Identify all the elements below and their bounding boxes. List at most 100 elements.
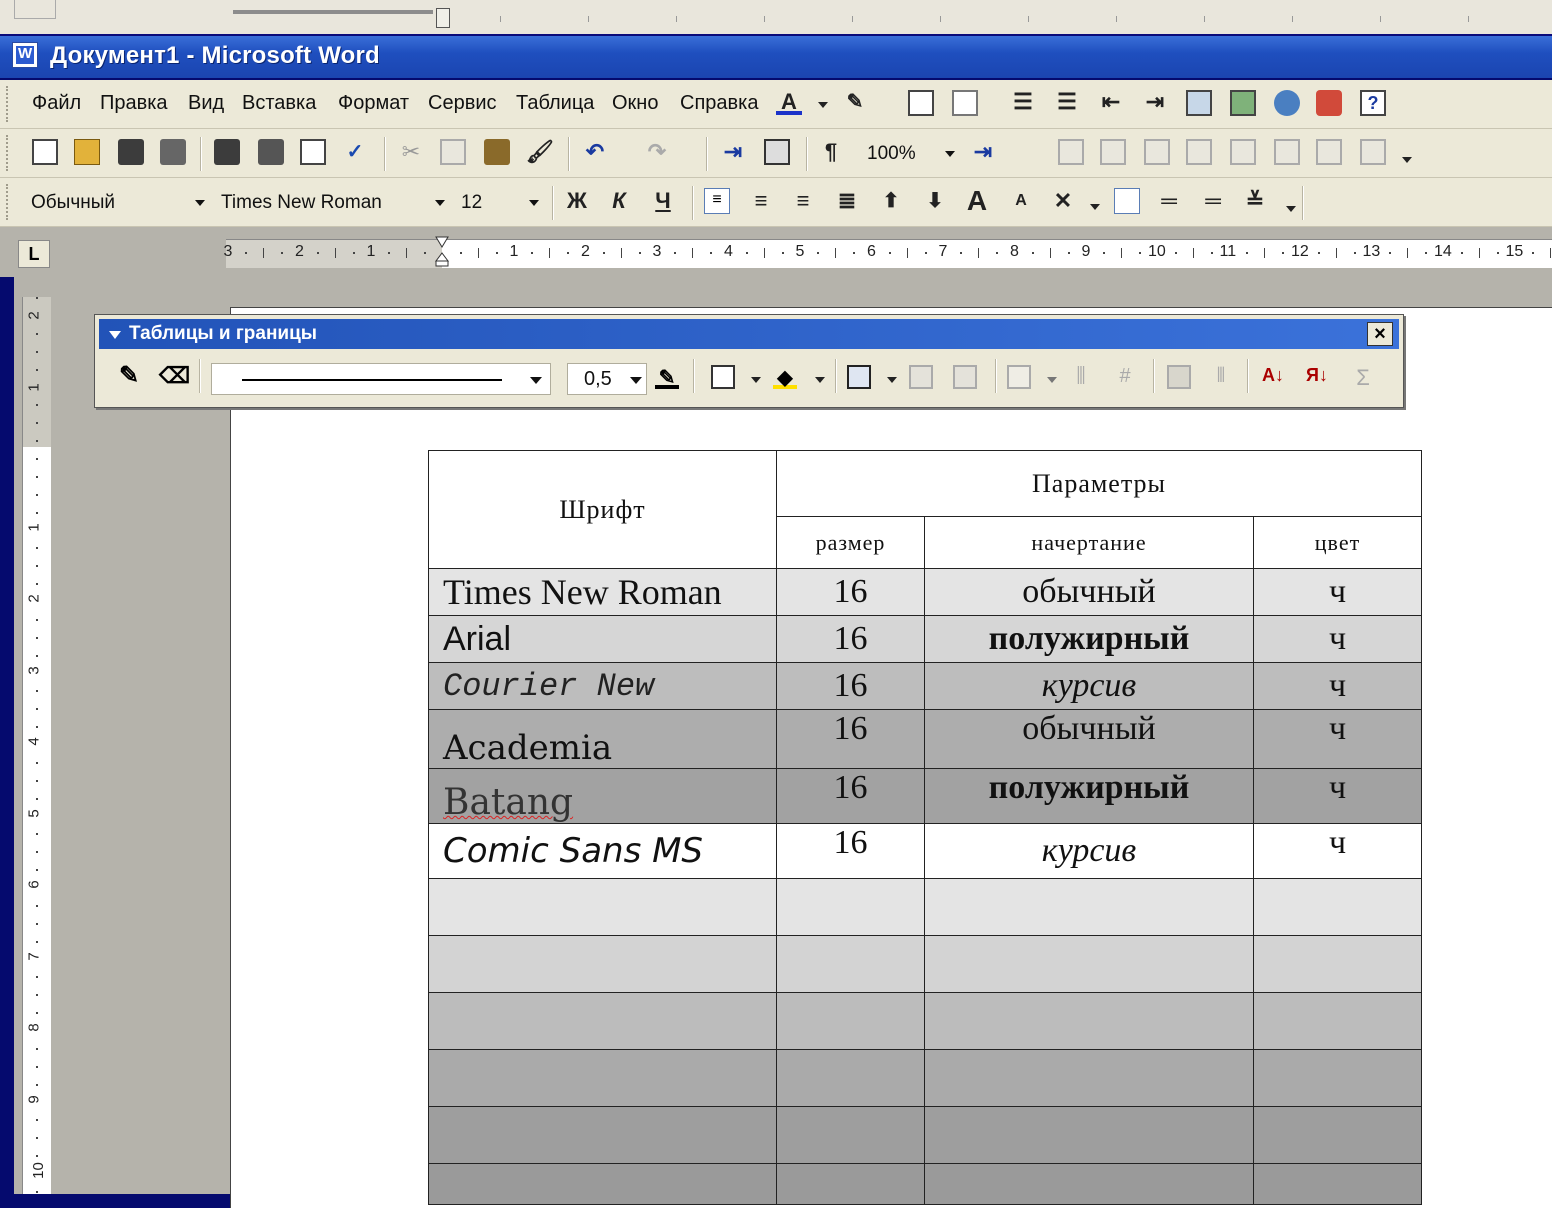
align-icon[interactable] [1007,365,1031,389]
bullets-icon[interactable]: ☰ [1054,89,1080,115]
border-dropdown-icon[interactable] [751,377,761,383]
insert-row-icon[interactable]: ⇥ [970,139,996,165]
size-cell[interactable]: 16 [776,709,925,769]
align-dropdown-icon[interactable] [1047,377,1057,383]
open-icon[interactable] [74,139,100,165]
columns-icon[interactable] [764,139,790,165]
zoom-combo[interactable]: 100% [860,138,960,168]
cut-icon[interactable]: ✂ [398,139,424,165]
line-style-combo[interactable] [211,363,551,395]
size-cell[interactable]: 16 [776,615,925,663]
header-params[interactable]: Параметры [776,450,1422,517]
empty-cell[interactable] [776,1049,925,1107]
split-cells-icon[interactable] [1186,139,1212,165]
border-color-icon[interactable]: ✎ [655,365,679,389]
menu-grip[interactable] [6,86,12,122]
document-table[interactable]: Шрифт Параметры размер начертание цвет T… [428,450,1422,1205]
font-cell[interactable]: Comic Sans MS [428,823,777,879]
empty-cell[interactable] [1253,1163,1422,1205]
style-cell[interactable]: обычный [924,568,1254,616]
web-view-icon[interactable] [1186,90,1212,116]
title-bar[interactable]: W Документ1 - Microsoft Word [0,36,1552,78]
demote-icon[interactable]: ⬇ [922,188,948,214]
color-cell[interactable]: ч [1253,823,1422,879]
close-button[interactable]: × [1367,322,1393,346]
font-cell[interactable]: Academia [428,709,777,769]
style-cell[interactable]: курсив [924,662,1254,710]
horizontal-ruler[interactable]: 3 2 1 1 2 3 4 5 6 7 8 9 10 11 12 13 14 15 [224,239,1552,268]
redo-icon[interactable]: ↷ [644,139,670,165]
pilcrow-icon[interactable]: ¶ [818,139,844,165]
size-cell[interactable]: 16 [776,568,925,616]
empty-cell[interactable] [924,935,1254,993]
font-color-icon[interactable]: A [776,89,802,115]
empty-cell[interactable] [924,1163,1254,1205]
menu-format[interactable]: Формат [338,92,409,115]
style-cell[interactable]: обычный [924,709,1254,769]
line-one-icon[interactable] [1114,188,1140,214]
insert-table-dropdown-icon[interactable] [887,377,897,383]
insert-col-icon[interactable] [1058,139,1084,165]
split-cells-icon[interactable] [953,365,977,389]
autosum-icon[interactable]: Σ [1351,365,1375,390]
highlight-icon[interactable]: ✎ [842,89,868,115]
align-center-icon[interactable]: ≡ [748,188,774,214]
undo-icon[interactable]: ↶ [582,139,608,165]
sort-ascending-icon[interactable]: A↓ [1261,365,1285,389]
toolbar-titlebar[interactable]: Таблицы и границы × [99,319,1399,349]
underline-button[interactable]: Ч [650,188,676,214]
shading-color-icon[interactable]: ◆ [773,365,797,389]
new-document-icon[interactable] [32,139,58,165]
empty-cell[interactable] [428,935,777,993]
justify-icon[interactable]: ≣ [834,188,860,214]
empty-cell[interactable] [776,1163,925,1205]
menu-view[interactable]: Вид [188,92,224,115]
empty-cell[interactable] [924,878,1254,936]
promote-icon[interactable]: ⬆ [878,188,904,214]
word-icon[interactable]: W [12,42,38,68]
puzzle-icon[interactable] [1316,90,1342,116]
header-style[interactable]: начертание [924,516,1254,569]
align-left-icon[interactable]: ≡ [704,188,730,214]
insert-table-icon[interactable] [847,365,871,389]
globe-icon[interactable] [1274,90,1300,116]
empty-cell[interactable] [1253,1106,1422,1164]
copy-icon[interactable] [440,139,466,165]
numbering-icon[interactable]: ☰ [1010,89,1036,115]
help-icon[interactable]: ? [1360,90,1386,116]
merge-cells-icon[interactable] [909,365,933,389]
bold-button[interactable]: Ж [564,188,590,214]
size-combo[interactable]: 12 [454,187,544,217]
shading-dropdown-icon[interactable] [815,377,825,383]
empty-cell[interactable] [776,935,925,993]
empty-cell[interactable] [776,1106,925,1164]
grow-font-icon[interactable]: A [964,187,990,215]
char-scale-icon[interactable]: ✕ [1050,188,1076,214]
vertical-ruler[interactable]: 2 1 1 2 3 4 5 6 7 8 9 10 [22,297,51,1194]
empty-cell[interactable] [1253,935,1422,993]
paste-icon[interactable] [484,139,510,165]
empty-cell[interactable] [428,1106,777,1164]
menu-help[interactable]: Справка [680,92,758,115]
format-painter-icon[interactable]: 🖌 [526,139,554,165]
picture-icon[interactable] [1230,90,1256,116]
font-cell[interactable]: Arial [428,615,777,663]
header-color[interactable]: цвет [1253,516,1422,569]
indent-marker-icon[interactable] [434,235,450,267]
line-three-icon[interactable]: ═ [1200,188,1226,214]
preview-icon[interactable] [300,139,326,165]
permission-icon[interactable] [160,139,186,165]
char-scale-dropdown-icon[interactable] [1090,204,1100,210]
decrease-indent-icon[interactable]: ⇤ [1098,89,1124,115]
distribute-rows-icon[interactable]: ⫼ [1069,365,1093,389]
empty-cell[interactable] [428,878,777,936]
font-cell[interactable]: Courier New [428,662,777,710]
empty-cell[interactable] [428,992,777,1050]
style-combo[interactable]: Обычный [24,187,210,217]
font-combo[interactable]: Times New Roman [214,187,450,217]
empty-cell[interactable] [428,1049,777,1107]
size-cell[interactable]: 16 [776,823,925,879]
color-cell[interactable]: ч [1253,568,1422,616]
tab-selector[interactable]: L [18,240,50,268]
align-mid-icon[interactable] [1274,139,1300,165]
